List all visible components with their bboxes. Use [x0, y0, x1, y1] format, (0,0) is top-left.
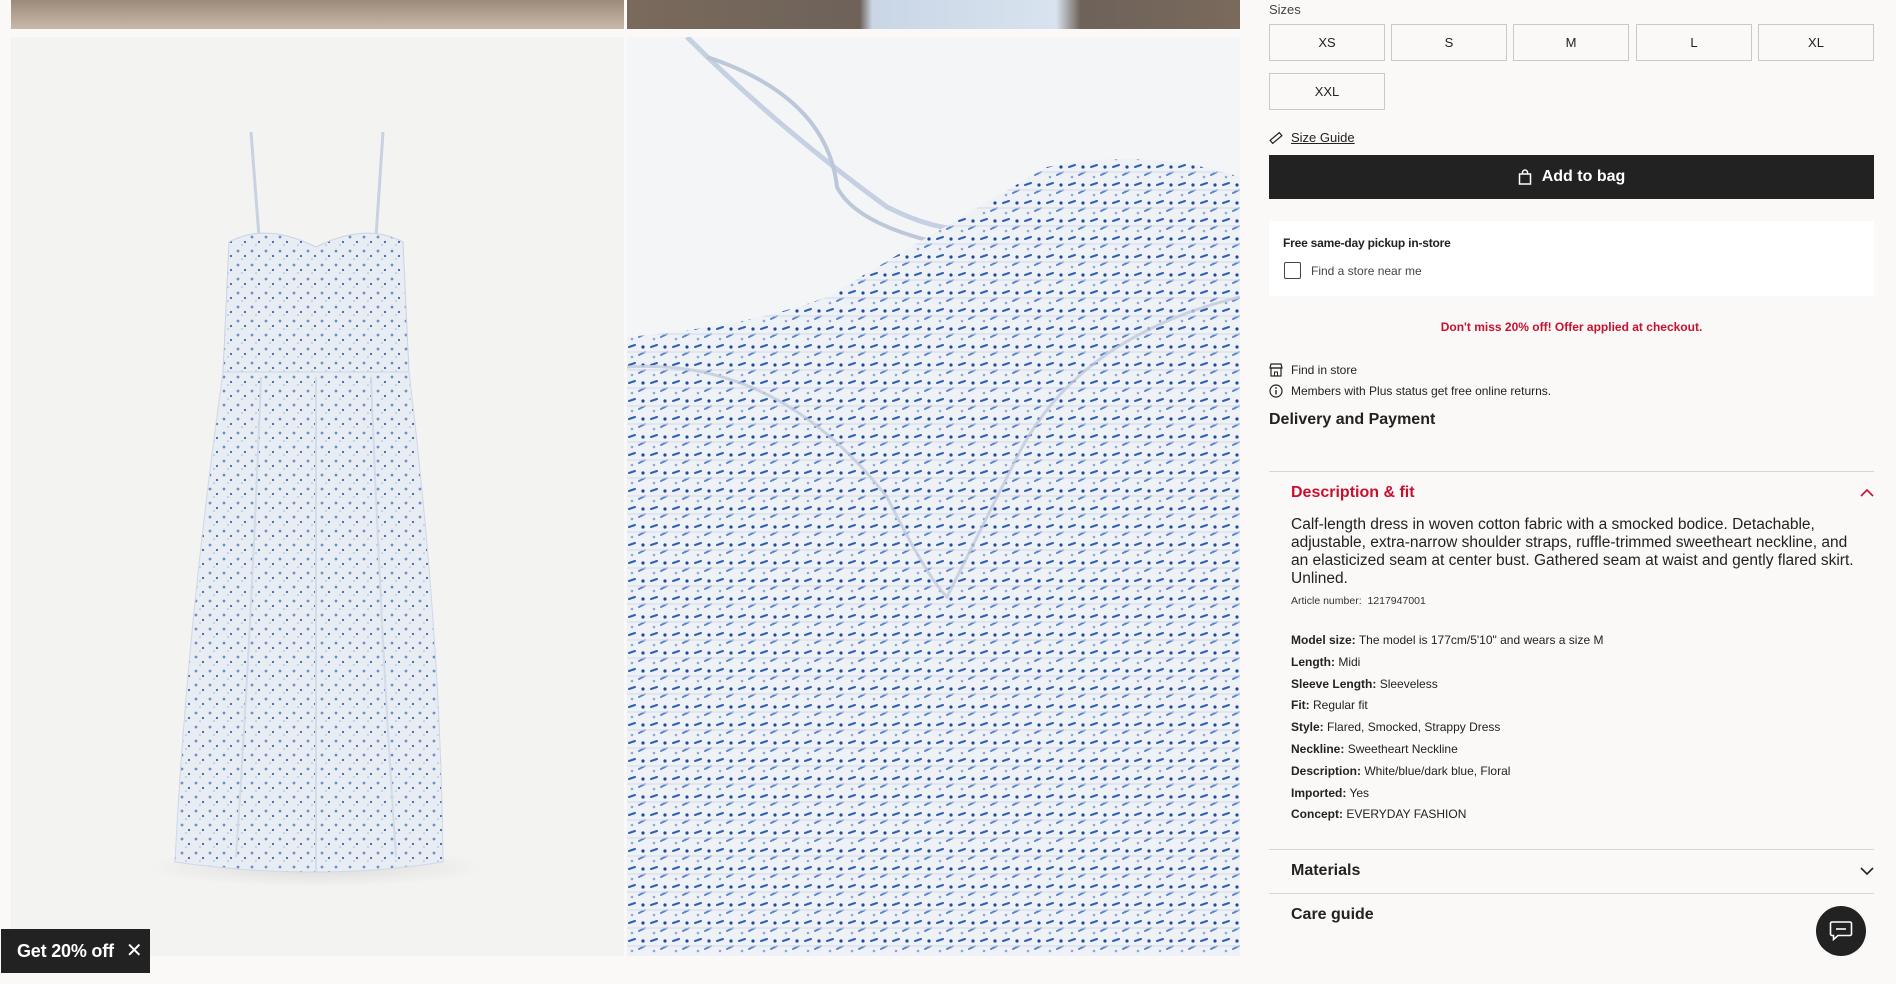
product-image-dress-full[interactable]	[11, 37, 624, 956]
spec-row: Style: Flared, Smocked, Strappy Dress	[1291, 717, 1603, 739]
spec-key: Length:	[1291, 654, 1335, 669]
spec-key: Style:	[1291, 720, 1324, 735]
spec-value: EVERYDAY FASHION	[1346, 807, 1467, 822]
spec-key: Sleeve Length:	[1291, 676, 1377, 691]
product-details-panel: Sizes XS S M L XL XXL Size Guide Add to …	[1269, 0, 1874, 984]
description-text: Calf-length dress in woven cotton fabric…	[1291, 516, 1854, 587]
spec-row: Sleeve Length: Sleeveless	[1291, 674, 1603, 696]
spec-row: Length: Midi	[1291, 652, 1603, 674]
size-option-xxl[interactable]: XXL	[1269, 73, 1385, 110]
promo-banner[interactable]: Get 20% off ✕	[1, 929, 150, 973]
product-image-top-left[interactable]	[11, 0, 624, 29]
spec-row: Fit: Regular fit	[1291, 695, 1603, 717]
promo-label[interactable]: Get 20% off	[17, 941, 114, 962]
divider	[1269, 893, 1874, 894]
product-image-detail[interactable]	[627, 37, 1240, 956]
spec-key: Fit:	[1291, 698, 1310, 713]
find-in-store-link[interactable]: Find in store	[1269, 363, 1357, 377]
spec-value: Midi	[1338, 654, 1361, 669]
offer-message: Don't miss 20% off! Offer applied at che…	[1440, 320, 1703, 334]
spec-row: Imported: Yes	[1291, 783, 1603, 805]
care-guide-accordion[interactable]: Care guide	[1291, 906, 1374, 924]
size-guide-label[interactable]: Size Guide	[1291, 130, 1355, 145]
spec-value: Yes	[1349, 785, 1370, 800]
spec-value: Regular fit	[1313, 698, 1368, 713]
article-number: Article number: 1217947001	[1291, 595, 1426, 607]
description-fit-title: Description & fit	[1291, 484, 1415, 501]
size-option-xl[interactable]: XL	[1758, 24, 1874, 61]
spec-value: White/blue/dark blue, Floral	[1364, 763, 1511, 778]
find-in-store-label[interactable]: Find in store	[1291, 363, 1357, 377]
materials-title: Materials	[1291, 862, 1361, 879]
care-guide-title: Care guide	[1291, 906, 1374, 923]
divider	[1269, 849, 1874, 850]
spec-list: Model size: The model is 177cm/5'10" and…	[1291, 630, 1603, 826]
add-to-bag-button[interactable]: Add to bag	[1269, 155, 1874, 199]
close-icon[interactable]: ✕	[126, 941, 143, 961]
article-number-value: 1217947001	[1367, 595, 1426, 607]
size-option-l[interactable]: L	[1636, 24, 1752, 61]
spec-key: Neckline:	[1291, 741, 1345, 756]
description-fit-accordion[interactable]: Description & fit	[1291, 484, 1874, 502]
spec-value: The model is 177cm/5'10" and wears a siz…	[1358, 633, 1604, 647]
add-to-bag-label: Add to bag	[1541, 168, 1626, 185]
delivery-payment-link[interactable]: Delivery and Payment	[1269, 411, 1435, 429]
chat-button[interactable]	[1816, 906, 1866, 956]
members-info: Members with Plus status get free online…	[1269, 384, 1551, 398]
size-guide-link[interactable]: Size Guide	[1269, 130, 1355, 145]
size-option-xs[interactable]: XS	[1269, 24, 1385, 61]
members-info-text: Members with Plus status get free online…	[1291, 384, 1552, 398]
store-icon	[1269, 363, 1283, 377]
spec-key: Imported:	[1291, 785, 1347, 800]
chevron-down-icon	[1860, 866, 1874, 876]
sizes-label: Sizes	[1269, 2, 1301, 17]
spec-row: Model size: The model is 177cm/5'10" and…	[1291, 630, 1603, 652]
materials-accordion[interactable]: Materials	[1291, 862, 1874, 880]
spec-value: Sweetheart Neckline	[1347, 741, 1458, 756]
pickup-box: Free same-day pickup in-store Find a sto…	[1269, 221, 1874, 296]
size-option-s[interactable]: S	[1391, 24, 1507, 61]
product-image-top-right[interactable]	[627, 0, 1240, 29]
spec-row: Description: White/blue/dark blue, Flora…	[1291, 761, 1603, 783]
spec-value: Sleeveless	[1379, 676, 1438, 691]
chat-icon	[1829, 920, 1853, 942]
ruler-icon	[1269, 131, 1283, 145]
spec-row: Concept: EVERYDAY FASHION	[1291, 804, 1603, 826]
spec-key: Concept:	[1291, 807, 1343, 822]
spec-value: Flared, Smocked, Strappy Dress	[1327, 720, 1501, 735]
size-option-m[interactable]: M	[1513, 24, 1629, 61]
spec-row: Neckline: Sweetheart Neckline	[1291, 739, 1603, 761]
bag-icon	[1518, 169, 1532, 185]
info-icon	[1269, 384, 1283, 398]
spec-key: Description:	[1291, 763, 1362, 778]
find-store-label[interactable]: Find a store near me	[1311, 264, 1422, 278]
pickup-title: Free same-day pickup in-store	[1283, 236, 1451, 250]
chevron-up-icon	[1860, 488, 1874, 498]
product-page: Get 20% off ✕ Sizes XS S M L XL XXL Size…	[0, 0, 1896, 984]
divider	[1269, 471, 1874, 472]
article-number-label: Article number:	[1291, 595, 1362, 607]
find-store-checkbox[interactable]	[1284, 262, 1301, 279]
spec-key: Model size:	[1291, 633, 1356, 647]
